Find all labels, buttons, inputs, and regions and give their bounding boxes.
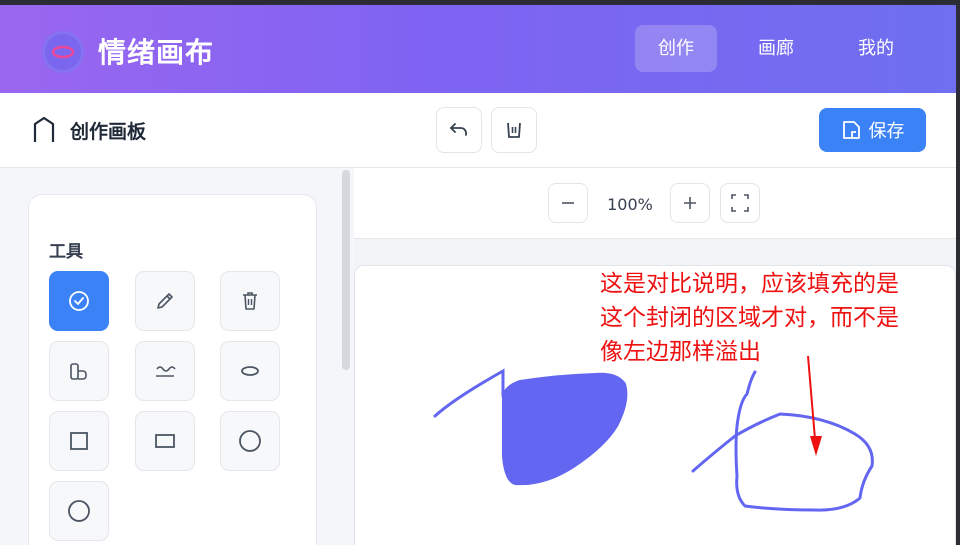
trash-icon [507, 122, 521, 138]
fit-screen-icon [731, 194, 749, 212]
select-check-icon [69, 291, 89, 311]
ellipse-icon [241, 366, 259, 376]
circle-icon [239, 430, 261, 452]
app-title: 情绪画布 [98, 36, 215, 69]
tool-circle-outline[interactable] [49, 481, 109, 541]
annotation-note: 这是对比说明，应该填充的是 这个封闭的区域才对，而不是 像左边那样溢出 [600, 267, 952, 369]
zoom-bar: 100% [354, 168, 956, 239]
tool-pencil[interactable] [135, 271, 195, 331]
tool-eraser[interactable] [220, 271, 280, 331]
logo-icon [42, 31, 84, 73]
annotation-line: 这是对比说明，应该填充的是 [600, 271, 899, 297]
wave-line-icon [156, 366, 176, 377]
zoom-out-button[interactable] [548, 183, 588, 223]
app-header: 情绪画布 创作 画廊 我的 [0, 5, 956, 93]
tool-select[interactable] [49, 271, 109, 331]
shield-icon [33, 116, 55, 142]
fill-bucket-icon [70, 363, 87, 380]
window-right-edge [956, 0, 960, 545]
annotation-line: 这个封闭的区域才对，而不是 [600, 305, 899, 331]
nav-gallery[interactable]: 画廊 [738, 25, 814, 72]
nav-create[interactable]: 创作 [635, 25, 717, 72]
circle-outline-icon [68, 500, 90, 522]
board-title-label: 创作画板 [70, 120, 147, 143]
clear-canvas-button[interactable] [491, 107, 537, 153]
tool-brush[interactable] [135, 341, 195, 401]
save-button[interactable]: 保存 [819, 108, 926, 152]
tool-sidebar: 工具 [0, 168, 352, 545]
rectangle-icon [155, 434, 175, 448]
annotation-line: 像左边那样溢出 [600, 339, 761, 365]
tools-heading: 工具 [49, 242, 83, 262]
zoom-in-button[interactable] [670, 183, 710, 223]
tool-circle[interactable] [220, 411, 280, 471]
undo-button[interactable] [436, 107, 482, 153]
board-title: 创作画板 [30, 115, 146, 145]
tool-ellipse[interactable] [220, 341, 280, 401]
nav-mine[interactable]: 我的 [838, 25, 914, 72]
eraser-trash-icon [243, 292, 257, 310]
square-icon [70, 432, 88, 450]
tool-fill[interactable] [49, 341, 109, 401]
plus-icon [684, 197, 696, 209]
tool-square[interactable] [49, 411, 109, 471]
fit-screen-button[interactable] [720, 183, 760, 223]
sidebar-scrollbar[interactable] [342, 170, 350, 370]
tool-card: 工具 [28, 194, 317, 545]
save-icon [842, 121, 860, 139]
undo-icon [450, 123, 467, 136]
save-label: 保存 [868, 121, 905, 142]
zoom-level: 100% [607, 195, 653, 214]
board-toolbar: 创作画板 保存 [0, 93, 956, 168]
pencil-icon [157, 293, 173, 309]
minus-icon [562, 202, 574, 204]
tool-rectangle[interactable] [135, 411, 195, 471]
